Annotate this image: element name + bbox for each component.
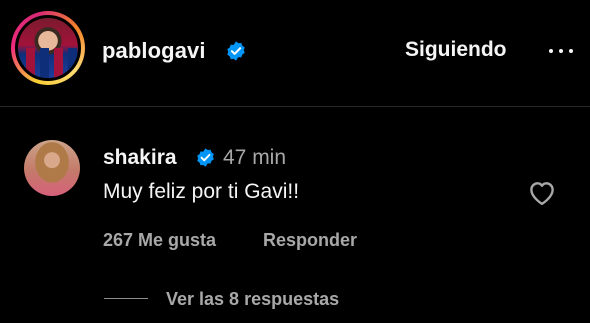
avatar[interactable] xyxy=(15,15,81,81)
post-header: pablogavi Siguiendo xyxy=(0,0,590,106)
comment-timestamp: 47 min xyxy=(223,146,287,169)
following-button[interactable]: Siguiendo xyxy=(405,38,507,62)
more-options-icon[interactable] xyxy=(544,42,578,60)
heart-outline-icon[interactable] xyxy=(527,178,557,206)
replies-divider-line xyxy=(104,298,148,299)
comment-avatar[interactable] xyxy=(24,140,80,196)
comment-likes-count[interactable]: 267 Me gusta xyxy=(103,230,216,251)
verified-badge-icon xyxy=(197,148,214,167)
comment-text: Muy feliz por ti Gavi!! xyxy=(103,180,300,203)
verified-badge-icon xyxy=(227,41,245,61)
reply-button[interactable]: Responder xyxy=(263,230,357,251)
story-ring[interactable] xyxy=(11,11,85,85)
post-author-username[interactable]: pablogavi xyxy=(102,38,206,64)
view-replies-button[interactable]: Ver las 8 respuestas xyxy=(166,289,339,310)
comment-author-username[interactable]: shakira xyxy=(103,146,177,170)
divider xyxy=(0,106,590,107)
